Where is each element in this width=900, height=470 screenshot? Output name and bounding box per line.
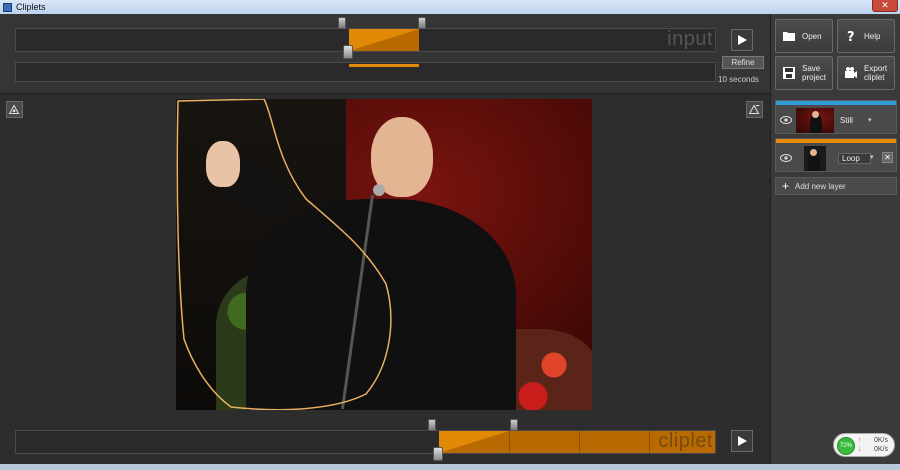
- layer-still-stripe: [776, 101, 896, 105]
- input-selection-wedge: [349, 29, 419, 51]
- save-disk-icon: [783, 67, 795, 79]
- microphone: [373, 184, 385, 196]
- right-corner-tool[interactable]: [746, 101, 763, 118]
- upload-rate: 0K/s: [874, 437, 889, 444]
- upload-arrow-icon: ↑: [858, 437, 862, 444]
- left-corner-tool[interactable]: [6, 101, 23, 118]
- video-canvas[interactable]: [176, 99, 592, 410]
- download-rate: 0K/s: [874, 446, 889, 453]
- plus-icon: +: [782, 179, 790, 193]
- input-watermark: input: [667, 28, 713, 50]
- layer-loop-mode[interactable]: Loop: [838, 153, 871, 164]
- network-widget[interactable]: 72% ↑ ↓ 0K/s 0K/s: [833, 433, 895, 457]
- eye-icon[interactable]: [780, 154, 792, 162]
- cliplet-watermark: cliplet: [658, 430, 713, 452]
- help-button[interactable]: ? Help: [837, 19, 895, 53]
- cliplet-range-end-handle[interactable]: [510, 419, 518, 431]
- mask-tool-icon: [8, 104, 20, 114]
- chevron-down-icon[interactable]: ▾: [868, 116, 872, 124]
- folder-icon: [783, 32, 795, 41]
- app-icon: [3, 2, 12, 12]
- download-arrow-icon: ↓: [858, 446, 862, 453]
- title-bar: Cliplets ✕: [0, 0, 900, 14]
- taskbar-strip: [0, 464, 900, 470]
- compare-tool-icon: [748, 104, 760, 114]
- layer-still-thumbnail: [796, 108, 834, 133]
- cliplet-loop-segment-2: [509, 431, 579, 453]
- cliplet-playhead-handle[interactable]: [433, 447, 443, 461]
- play-icon: [738, 35, 747, 45]
- cliplet-loop-segment-3: [579, 431, 649, 453]
- play-icon: [738, 436, 747, 446]
- cliplet-play-button[interactable]: [731, 430, 753, 452]
- layer-still-mode[interactable]: Still: [840, 116, 853, 125]
- eye-icon[interactable]: [780, 116, 792, 124]
- layer-loop[interactable]: Loop ▾ ✕: [775, 138, 897, 172]
- layer-loop-stripe: [776, 139, 896, 143]
- refine-range-bar: [349, 64, 419, 67]
- chevron-down-icon[interactable]: ▾: [870, 153, 874, 161]
- input-range-end-handle[interactable]: [418, 17, 426, 29]
- save-label: Save project: [802, 64, 827, 82]
- performer-robe: [246, 199, 516, 410]
- close-button[interactable]: ✕: [872, 0, 898, 12]
- svg-text:?: ?: [847, 30, 855, 43]
- export-cliplet-button[interactable]: Export cliplet: [837, 56, 895, 90]
- performer-hand: [206, 141, 240, 187]
- delete-layer-button[interactable]: ✕: [882, 152, 893, 163]
- question-icon: ?: [847, 30, 855, 43]
- input-panel: input Refine 10 seconds: [0, 14, 770, 94]
- export-label: Export cliplet: [864, 64, 888, 82]
- layer-still[interactable]: Still ▾: [775, 100, 897, 134]
- layer-loop-thumbnail: [804, 146, 826, 171]
- cliplet-range-start-handle[interactable]: [428, 419, 436, 431]
- cliplet-loop-wedge: [439, 431, 509, 453]
- open-button[interactable]: Open: [775, 19, 833, 53]
- add-layer-button[interactable]: + Add new layer: [775, 177, 897, 195]
- add-layer-label: Add new layer: [795, 181, 846, 191]
- network-percent: 72%: [837, 437, 855, 455]
- input-playhead-handle[interactable]: [343, 45, 353, 59]
- open-label: Open: [802, 31, 822, 41]
- input-range-start-handle[interactable]: [338, 17, 346, 29]
- input-play-button[interactable]: [731, 29, 753, 51]
- duration-label: 10 seconds: [718, 75, 759, 84]
- cliplet-timeline-track[interactable]: cliplet: [15, 430, 716, 454]
- refine-button[interactable]: Refine: [722, 56, 764, 69]
- help-label: Help: [864, 31, 881, 41]
- right-panel: Open ? Help Save project Export cliplet …: [770, 14, 900, 470]
- save-project-button[interactable]: Save project: [775, 56, 833, 90]
- input-refine-track[interactable]: [15, 62, 716, 82]
- main-area: input Refine 10 seconds cliplet: [0, 14, 770, 470]
- video-camera-icon: [845, 67, 857, 78]
- input-timeline-track[interactable]: input: [15, 28, 716, 52]
- window-title: Cliplets: [16, 2, 46, 12]
